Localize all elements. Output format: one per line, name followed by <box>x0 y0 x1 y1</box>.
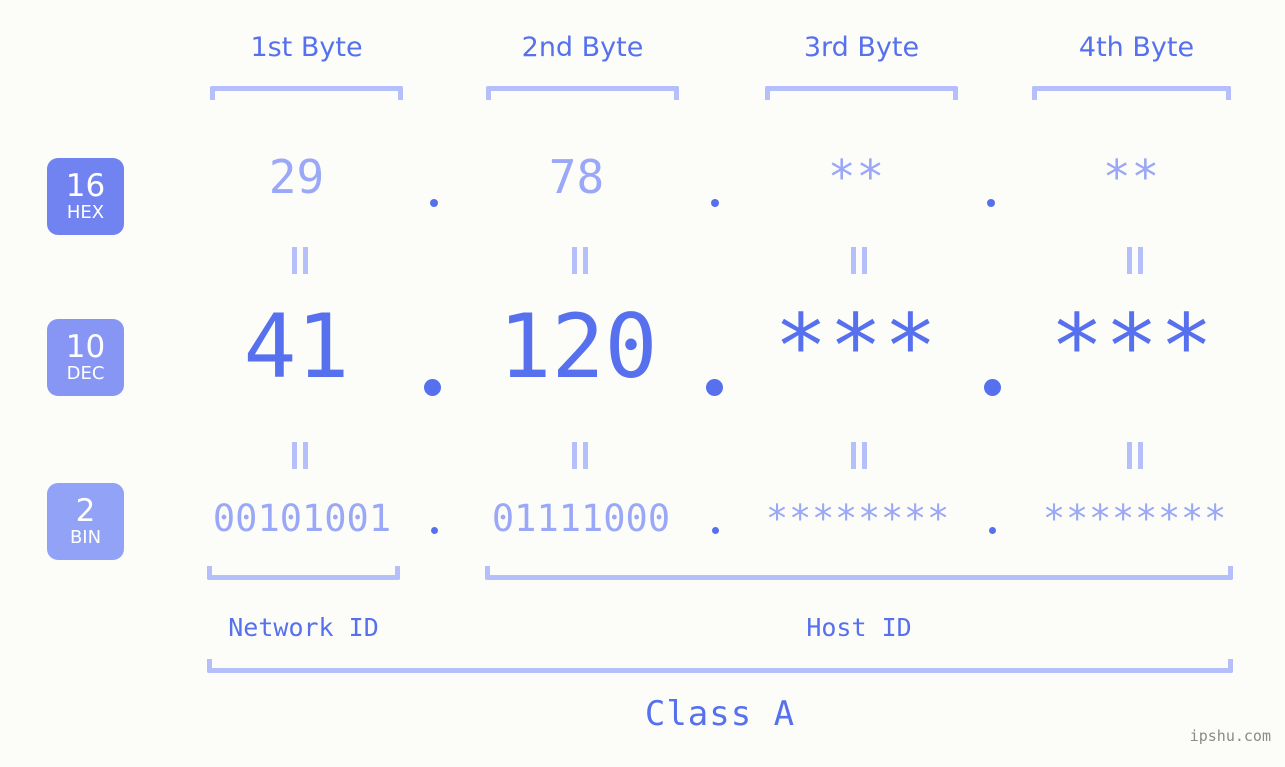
equals-icon-hex-dec-1 <box>292 247 308 274</box>
equals-icon-hex-dec-2 <box>572 247 588 274</box>
base-badge-bin-number: 2 <box>75 493 96 529</box>
equals-icon-hex-dec-3 <box>851 247 867 274</box>
byte-header-4: 4th Byte <box>1078 32 1195 63</box>
byte-header-3: 3rd Byte <box>803 32 920 63</box>
ip-address-breakdown-diagram: 1st Byte 2nd Byte 3rd Byte 4th Byte 16 H… <box>0 0 1285 767</box>
equals-icon-dec-bin-4 <box>1127 442 1143 469</box>
byte-bracket-1 <box>210 86 403 100</box>
base-badge-bin-name: BIN <box>69 527 102 548</box>
hex-byte-3-value: ** <box>827 150 886 204</box>
hex-separator-dot-3 <box>987 199 995 207</box>
hex-byte-1-value: 29 <box>268 150 325 204</box>
byte-bracket-2 <box>486 86 679 100</box>
hex-byte-4-value: ** <box>1102 150 1161 204</box>
dec-separator-dot-3 <box>984 379 1001 396</box>
class-bracket <box>207 659 1233 673</box>
bin-separator-dot-1 <box>431 527 438 534</box>
base-badge-hex-number: 16 <box>65 168 106 204</box>
network-id-label: Network ID <box>228 613 379 642</box>
byte-header-2: 2nd Byte <box>521 32 644 63</box>
byte-bracket-3 <box>765 86 958 100</box>
bin-byte-4-value: ******** <box>1042 497 1228 540</box>
hex-separator-dot-1 <box>430 199 438 207</box>
host-id-bracket <box>485 566 1233 580</box>
base-badge-dec: 10 DEC <box>47 319 124 396</box>
equals-icon-hex-dec-4 <box>1127 247 1143 274</box>
equals-icon-dec-bin-2 <box>572 442 588 469</box>
byte-bracket-4 <box>1032 86 1231 100</box>
base-badge-bin: 2 BIN <box>47 483 124 560</box>
equals-icon-dec-bin-1 <box>292 442 308 469</box>
hex-separator-dot-2 <box>711 199 719 207</box>
dec-byte-4-value: *** <box>1050 295 1215 398</box>
base-badge-dec-name: DEC <box>66 363 105 384</box>
network-id-bracket <box>207 566 400 580</box>
byte-header-1: 1st Byte <box>250 32 363 63</box>
hex-byte-2-value: 78 <box>548 150 605 204</box>
bin-separator-dot-2 <box>712 527 719 534</box>
dec-separator-dot-2 <box>706 379 723 396</box>
dec-byte-1-value: 41 <box>243 295 350 398</box>
dec-byte-3-value: *** <box>774 295 939 398</box>
dec-separator-dot-1 <box>424 379 441 396</box>
bin-byte-2-value: 01111000 <box>491 497 671 540</box>
base-badge-hex-name: HEX <box>66 202 105 223</box>
site-watermark: ipshu.com <box>1189 727 1271 745</box>
bin-byte-3-value: ******** <box>765 497 951 540</box>
bin-separator-dot-3 <box>989 527 996 534</box>
base-badge-dec-number: 10 <box>65 329 106 365</box>
class-label: Class A <box>644 694 796 734</box>
dec-byte-2-value: 120 <box>498 295 658 398</box>
bin-byte-1-value: 00101001 <box>212 497 392 540</box>
host-id-label: Host ID <box>806 613 912 642</box>
equals-icon-dec-bin-3 <box>851 442 867 469</box>
base-badge-hex: 16 HEX <box>47 158 124 235</box>
